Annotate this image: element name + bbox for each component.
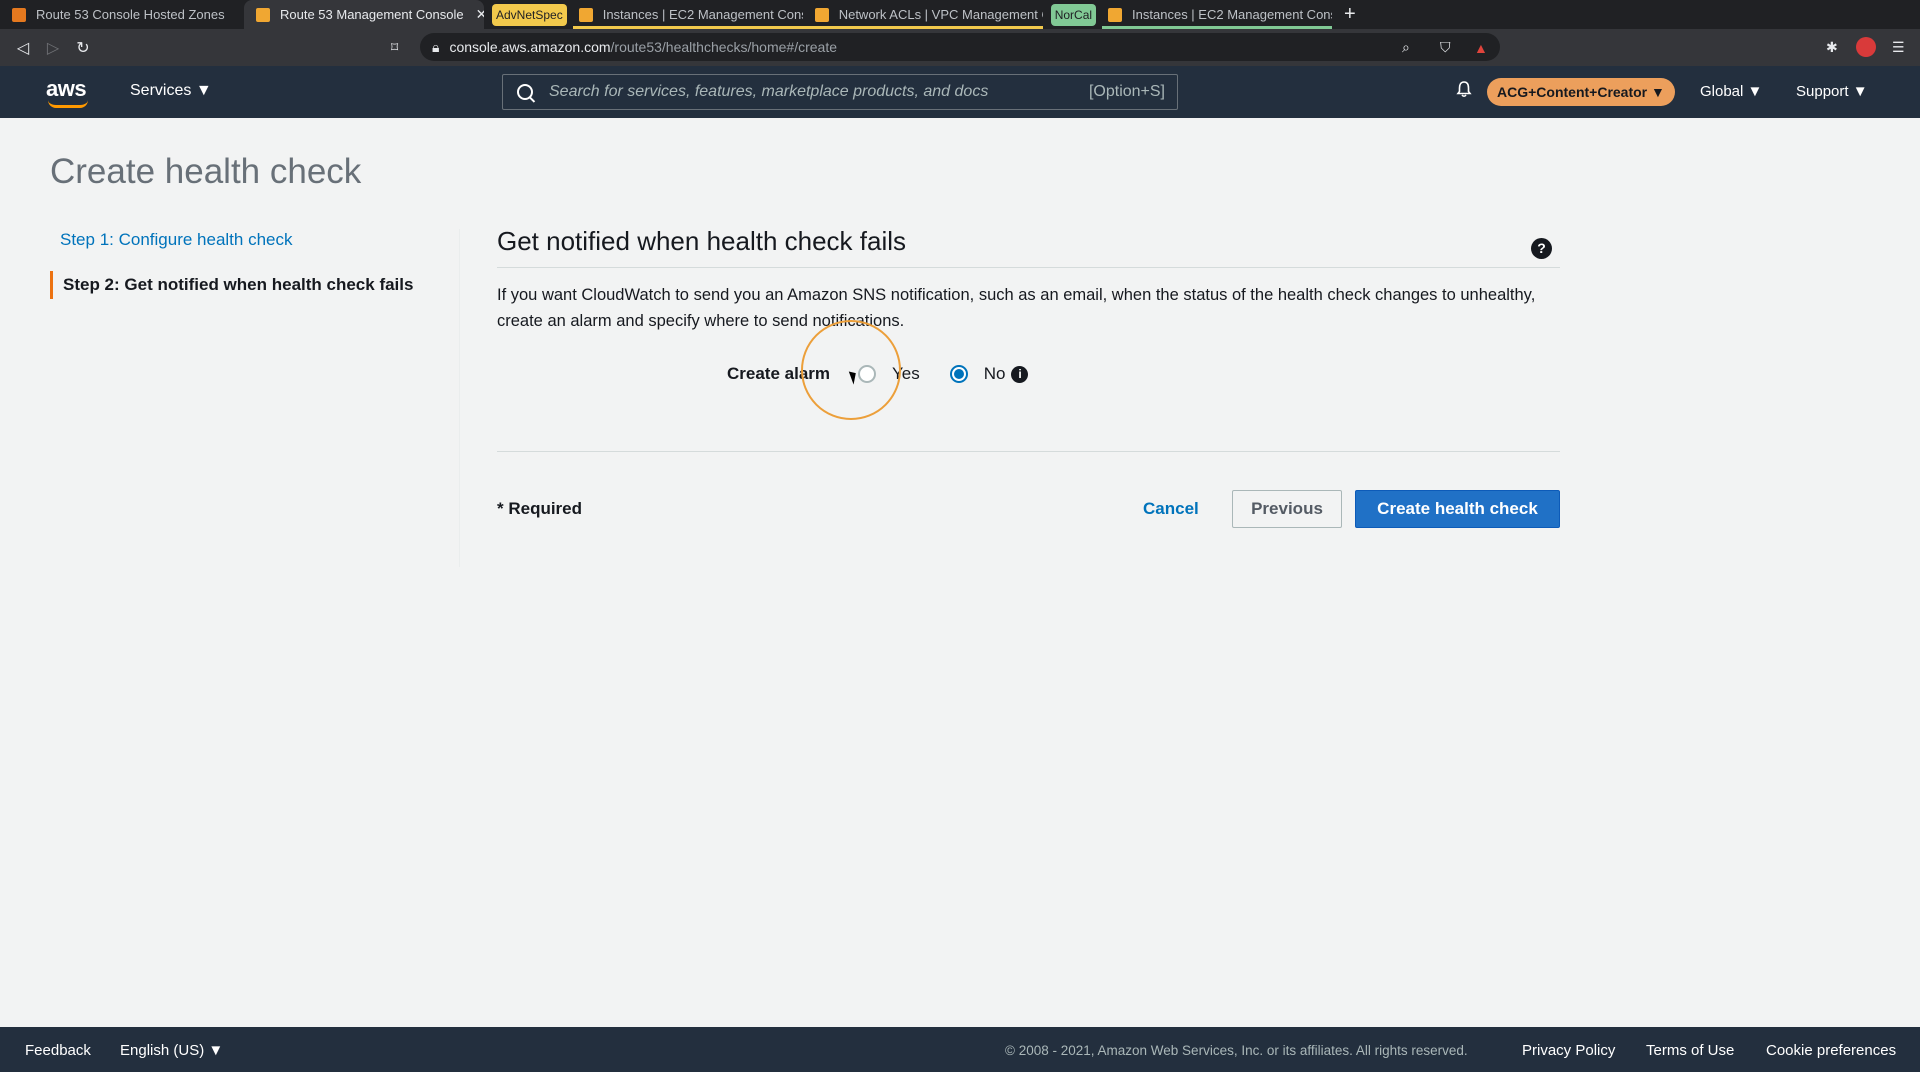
- notification-panel: Get notified when health check fails ? I…: [497, 226, 1560, 383]
- support-menu[interactable]: Support ▼: [1796, 83, 1868, 100]
- extensions-icon[interactable]: ✱: [1826, 39, 1838, 56]
- region-label: Global: [1700, 83, 1744, 100]
- lock-icon[interactable]: 🔒︎: [432, 39, 439, 56]
- help-icon[interactable]: ?: [1531, 238, 1552, 259]
- address-bar[interactable]: 🔒︎ console.aws.amazon.com/route53/health…: [420, 33, 1500, 61]
- aws-logo-text: aws: [46, 76, 87, 101]
- create-health-check-button[interactable]: Create health check: [1355, 490, 1560, 528]
- zoom-icon[interactable]: ⌕: [1402, 39, 1410, 56]
- brave-shield-icon[interactable]: ⛉: [1440, 39, 1451, 56]
- aws-favicon-icon: [814, 7, 829, 22]
- tab-group-label[interactable]: NorCal: [1050, 3, 1097, 26]
- panel-description: If you want CloudWatch to send you an Am…: [497, 286, 1536, 330]
- menu-icon[interactable]: ☰: [1892, 39, 1905, 56]
- url-path: /route53/healthchecks/home#/create: [610, 39, 838, 55]
- aws-logo[interactable]: aws: [46, 76, 88, 108]
- language-selector[interactable]: English (US) ▼: [120, 1042, 223, 1059]
- bell-icon[interactable]: [1455, 80, 1473, 98]
- terms-of-use-link[interactable]: Terms of Use: [1646, 1042, 1734, 1059]
- new-tab-icon[interactable]: +: [1332, 3, 1368, 26]
- previous-button[interactable]: Previous: [1232, 490, 1342, 528]
- aws-console-header: aws Services ▼ Search for services, feat…: [0, 66, 1920, 118]
- info-icon[interactable]: i: [1011, 365, 1029, 383]
- panel-heading: Get notified when health check fails: [497, 226, 1560, 268]
- browser-tab[interactable]: Instances | EC2 Management Conso: [1102, 0, 1333, 29]
- create-alarm-row: Create alarm Yes No i: [727, 364, 1029, 384]
- browser-toolbar: ◁ ▷ ↻ ⌑ 🔒︎ console.aws.amazon.com/route5…: [0, 29, 1920, 66]
- browser-tab-strip: Route 53 Console Hosted Zones Route 53 M…: [0, 0, 1920, 29]
- back-icon[interactable]: ◁: [8, 38, 38, 58]
- step-2-current: Step 2: Get notified when health check f…: [50, 271, 460, 299]
- privacy-policy-link[interactable]: Privacy Policy: [1522, 1042, 1615, 1059]
- step-1-link[interactable]: Step 1: Configure health check: [50, 226, 460, 254]
- cancel-button[interactable]: Cancel: [1128, 490, 1214, 528]
- horizontal-divider: [497, 451, 1560, 452]
- aws-favicon-icon: [1108, 7, 1123, 22]
- aws-favicon-icon: [256, 7, 270, 22]
- tab-title: Instances | EC2 Management Conso: [1132, 7, 1333, 22]
- chevron-down-icon: ▼: [1852, 83, 1868, 100]
- cookie-preferences-link[interactable]: Cookie preferences: [1766, 1042, 1896, 1059]
- chevron-down-icon: ▼: [1651, 84, 1665, 100]
- alarm-yes-radio[interactable]: [858, 365, 877, 383]
- profile-avatar[interactable]: [1856, 37, 1876, 57]
- feedback-link[interactable]: Feedback: [25, 1042, 91, 1059]
- page-title: Create health check: [50, 152, 362, 191]
- forward-icon[interactable]: ▷: [38, 38, 68, 58]
- route53-favicon-icon: [12, 7, 26, 22]
- browser-tab[interactable]: Route 53 Console Hosted Zones: [0, 0, 244, 29]
- vertical-divider: [459, 229, 460, 567]
- alarm-yes-label[interactable]: Yes: [892, 364, 920, 384]
- search-shortcut: [Option+S]: [1088, 83, 1165, 100]
- search-placeholder: Search for services, features, marketpla…: [549, 83, 989, 100]
- wizard-steps: Step 1: Configure health check Step 2: G…: [50, 226, 460, 316]
- tab-title: Network ACLs | VPC Management C: [838, 7, 1043, 22]
- bookmark-icon[interactable]: ⌑: [391, 39, 398, 56]
- aws-favicon-icon: [578, 7, 593, 22]
- support-label: Support: [1796, 83, 1849, 100]
- search-icon: [517, 84, 533, 100]
- services-menu[interactable]: Services ▼: [130, 82, 212, 100]
- tab-title: Route 53 Console Hosted Zones: [36, 7, 225, 22]
- browser-tab[interactable]: Network ACLs | VPC Management C: [802, 0, 1043, 29]
- account-label: ACG+Content+Creator: [1497, 84, 1648, 100]
- chevron-down-icon: ▼: [1747, 83, 1763, 100]
- copyright-text: © 2008 - 2021, Amazon Web Services, Inc.…: [1005, 1043, 1468, 1058]
- browser-tab-active[interactable]: Route 53 Management Console ✕: [244, 0, 484, 29]
- account-menu[interactable]: ACG+Content+Creator ▼: [1487, 78, 1675, 106]
- create-alarm-label: Create alarm: [727, 364, 831, 383]
- tab-group-label[interactable]: AdvNetSpec: [492, 3, 567, 26]
- aws-smile-icon: [48, 100, 88, 108]
- region-menu[interactable]: Global ▼: [1700, 83, 1762, 100]
- chevron-down-icon: ▼: [195, 82, 212, 99]
- services-label: Services: [130, 82, 192, 99]
- url-host: console.aws.amazon.com: [449, 39, 611, 55]
- required-note: * Required: [497, 499, 583, 518]
- footer: Feedback English (US) ▼ © 2008 - 2021, A…: [0, 1027, 1920, 1072]
- alarm-no-radio[interactable]: [949, 365, 968, 383]
- chevron-down-icon: ▼: [208, 1042, 224, 1059]
- close-tab-icon[interactable]: ✕: [476, 6, 484, 23]
- alarm-no-label[interactable]: No: [984, 364, 1006, 384]
- brave-rewards-icon[interactable]: ▲: [1474, 40, 1488, 56]
- tab-title: Instances | EC2 Management Conso: [602, 7, 803, 22]
- reload-icon[interactable]: ↻: [68, 38, 98, 58]
- tab-title: Route 53 Management Console: [280, 7, 464, 22]
- browser-tab[interactable]: Instances | EC2 Management Conso: [572, 0, 803, 29]
- language-label: English (US): [120, 1042, 205, 1059]
- search-input[interactable]: Search for services, features, marketpla…: [502, 74, 1178, 110]
